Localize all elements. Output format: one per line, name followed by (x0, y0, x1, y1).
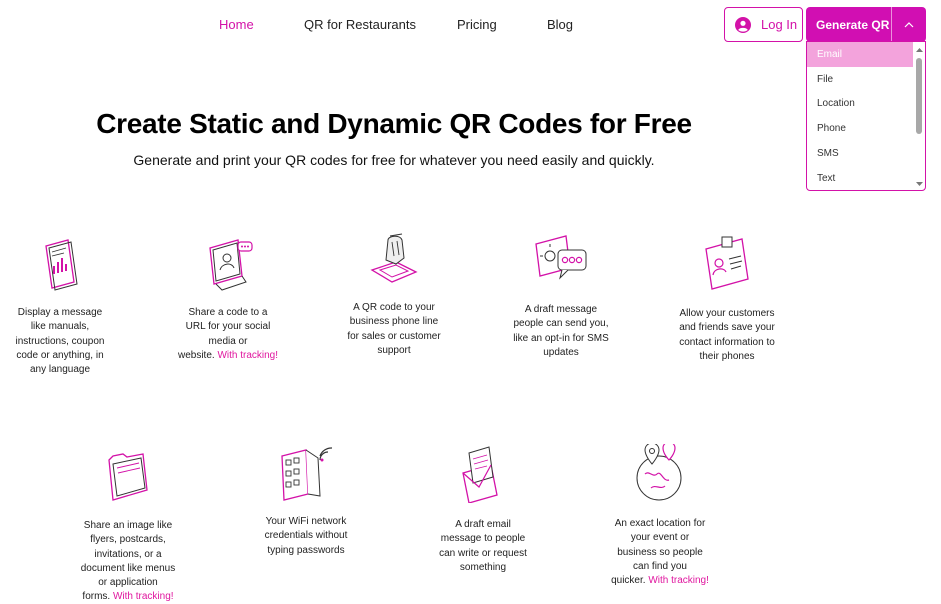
feature-text: quicker. (611, 575, 646, 587)
feature-line: media or (208, 335, 248, 347)
nav-blog[interactable]: Blog (547, 17, 573, 32)
feature-line: something (459, 561, 507, 573)
login-label: Log In (761, 17, 798, 32)
page-subtitle: Generate and print your QR codes for fre… (133, 152, 655, 168)
feature-line: and friends save your (679, 322, 775, 334)
feature-line: Share a code to a (188, 307, 268, 318)
dropdown-option-location[interactable]: Location (807, 92, 913, 117)
dropdown-option-text[interactable]: Text (807, 166, 913, 190)
feature-line: quicker. With tracking! (601, 574, 719, 588)
envelope-icon (462, 446, 498, 504)
feature-line: your event or (630, 532, 690, 544)
feature-line: support (377, 344, 411, 356)
feature-card-location[interactable]: An exact location for your event or busi… (601, 441, 719, 588)
generate-qr-label: Generate QR (816, 17, 890, 32)
generate-qr-button[interactable]: Generate QR (806, 7, 926, 42)
feature-line: A draft email (455, 519, 511, 530)
feature-card-phone[interactable]: A QR code to your business phone line fo… (340, 232, 448, 358)
feature-card-wifi[interactable]: Your WiFi network credentials without ty… (252, 444, 360, 558)
dropdown-option-sms[interactable]: SMS (807, 141, 913, 166)
feature-line: people can send you, (513, 318, 609, 330)
login-button[interactable]: Log In (724, 7, 803, 42)
feature-line: like manuals, (30, 321, 90, 333)
tracking-label: With tracking! (648, 575, 709, 587)
document-icon (45, 239, 78, 291)
feature-line: business phone line (349, 316, 439, 328)
feature-line: code or anything, in (16, 349, 104, 361)
nav-home[interactable]: Home (219, 17, 254, 32)
feature-card-email[interactable]: A draft email message to people can writ… (429, 443, 537, 575)
feature-line: A QR code to your (353, 302, 435, 313)
dropdown-option-email[interactable]: Email (807, 42, 913, 67)
feature-line: or application (98, 577, 158, 589)
user-avatar-icon (735, 16, 751, 33)
nav-qr-restaurants[interactable]: QR for Restaurants (304, 17, 416, 32)
feature-card-text[interactable]: Display a message like manuals, instruct… (5, 236, 115, 377)
feature-card-sms[interactable]: A draft message people can send you, lik… (507, 234, 615, 360)
feature-line: can find you (633, 560, 687, 572)
nav-pricing[interactable]: Pricing (457, 17, 497, 32)
feature-text: website. (177, 349, 215, 361)
feature-line: website. With tracking! (175, 349, 281, 363)
feature-line: invitations, or a (94, 548, 162, 560)
sms-bubbles-icon (535, 235, 587, 280)
feature-line: business so people (617, 546, 703, 558)
tracking-label: With tracking! (217, 349, 279, 361)
feature-line: their phones (699, 350, 755, 362)
feature-line: document like menus (80, 562, 176, 574)
feature-line: flyers, postcards, (90, 534, 166, 546)
scroll-up-arrow-icon[interactable] (915, 46, 924, 54)
contact-card-icon (705, 236, 749, 290)
feature-line: instructions, coupon (15, 335, 105, 347)
feature-line: like an opt-in for SMS (513, 332, 609, 344)
feature-line: URL for your social (185, 321, 271, 333)
page-title: Create Static and Dynamic QR Codes for F… (96, 108, 692, 139)
chevron-up-icon (904, 21, 914, 27)
feature-line: Display a message (17, 307, 103, 318)
feature-text: forms. (82, 591, 111, 603)
feature-card-contact[interactable]: Allow your customers and friends save yo… (672, 235, 782, 364)
scroll-down-arrow-icon[interactable] (915, 180, 924, 188)
feature-line: forms. With tracking! (73, 590, 183, 604)
feature-line: Allow your customers (679, 308, 775, 319)
feature-line: Share an image like (83, 520, 173, 531)
dropdown-option-phone[interactable]: Phone (807, 116, 913, 141)
folder-icon (108, 453, 148, 501)
feature-line: A draft message (524, 304, 598, 315)
dropdown-toggle[interactable] (892, 21, 926, 28)
feature-line: An exact location for (614, 518, 706, 529)
dropdown-scroll-thumb[interactable] (916, 58, 922, 134)
feature-line: credentials without (264, 530, 348, 542)
dropdown-option-file[interactable]: File (807, 67, 913, 92)
feature-line: contact information to (679, 336, 775, 348)
feature-card-url[interactable]: Share a code to a URL for your social me… (175, 236, 281, 363)
globe-pin-icon (636, 441, 682, 501)
tracking-label: With tracking! (112, 591, 174, 603)
social-media-icon (209, 239, 253, 291)
feature-line: updates (543, 346, 579, 358)
feature-line: can write or request (439, 547, 527, 559)
qr-type-dropdown[interactable]: Email File Location Phone SMS Text (806, 41, 926, 191)
feature-card-file[interactable]: Share an image like flyers, postcards, i… (73, 446, 183, 604)
phone-hand-icon (370, 233, 418, 283)
wifi-building-icon (281, 447, 333, 501)
dropdown-scrollbar[interactable] (914, 44, 923, 189)
feature-line: any language (29, 364, 91, 376)
feature-line: for sales or customer (347, 330, 441, 342)
feature-line: typing passwords (267, 544, 345, 556)
feature-line: Your WiFi network (265, 516, 347, 527)
feature-line: message to people (440, 533, 526, 545)
